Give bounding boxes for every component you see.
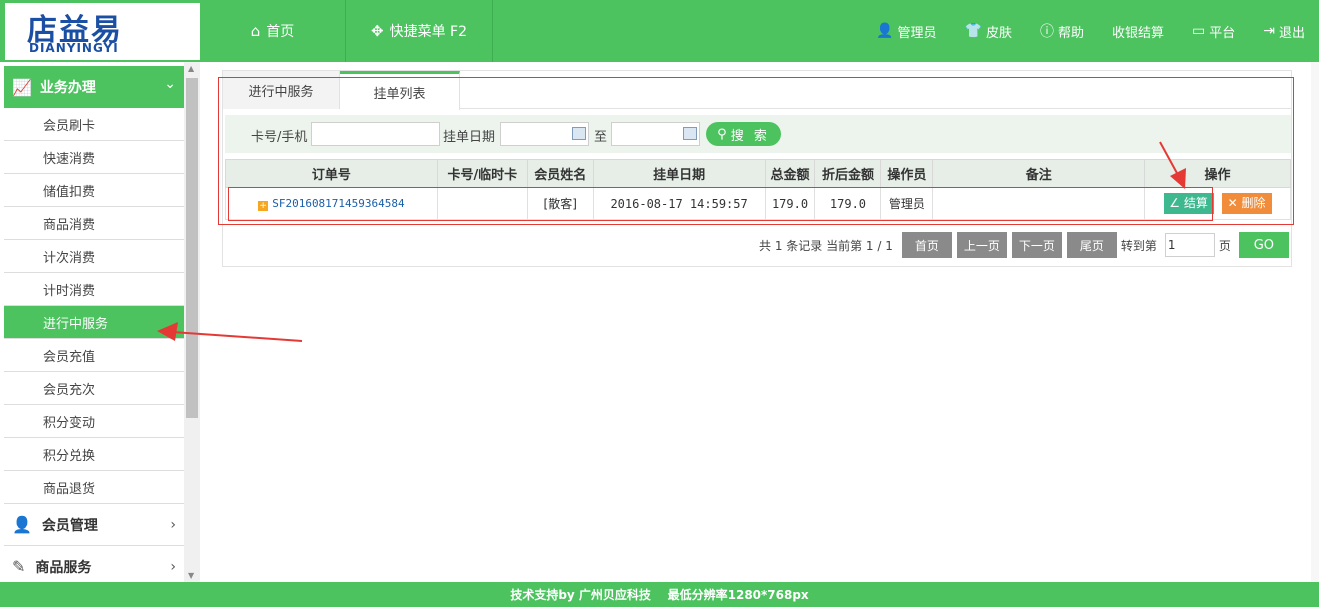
footer-text: 技术支持by 广州贝应科技 最低分辨率1280*768px [510,588,809,602]
arrow-to-sidebar [157,322,303,342]
footer: 技术支持by 广州贝应科技 最低分辨率1280*768px [0,582,1319,607]
arrow-to-settle [1159,141,1186,189]
annotation-arrows [157,141,1186,342]
